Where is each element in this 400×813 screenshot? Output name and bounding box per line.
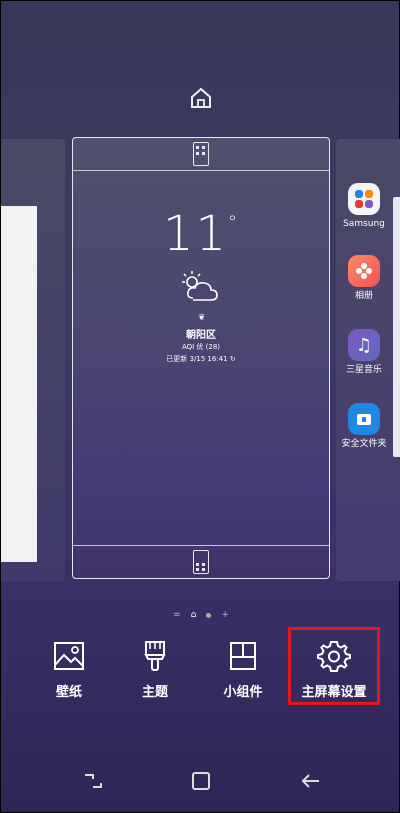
next-page-edge bbox=[393, 197, 400, 457]
theme-label: 主题 bbox=[141, 685, 168, 700]
secure-folder-icon bbox=[348, 403, 380, 435]
refresh-icon[interactable]: ↻ bbox=[230, 355, 236, 363]
home-page-icon[interactable] bbox=[188, 85, 214, 111]
briefing-indicator: = bbox=[173, 610, 181, 620]
home-square-icon bbox=[192, 772, 210, 790]
page-dot bbox=[206, 612, 212, 618]
weather-temperature[interactable]: 11° bbox=[73, 206, 329, 262]
back-button[interactable] bbox=[299, 769, 323, 793]
weather-city: 朝阳区 bbox=[186, 330, 216, 341]
leaf-icon: ❦ bbox=[198, 313, 206, 323]
right-page-preview[interactable]: Samsung 相册 ♫ 三星音乐 安全文件夹 bbox=[336, 139, 400, 581]
page-grid-icon bbox=[193, 142, 209, 166]
recents-icon bbox=[85, 774, 102, 788]
partly-cloudy-icon bbox=[179, 270, 225, 304]
current-page-preview[interactable]: 11° ❦ 朝阳区 AQI 优 (28) 已更新 3/15 16:41 ↻ bbox=[72, 137, 330, 579]
wallpaper-icon bbox=[54, 642, 84, 670]
brush-icon bbox=[144, 641, 166, 671]
music-icon: ♫ bbox=[348, 329, 380, 361]
home-button[interactable] bbox=[189, 769, 213, 793]
top-strip bbox=[73, 138, 329, 171]
dock-grid-icon bbox=[193, 550, 209, 574]
widgets-label: 小组件 bbox=[223, 685, 263, 700]
app-music[interactable]: ♫ 三星音乐 bbox=[338, 329, 390, 376]
add-page-indicator: + bbox=[221, 610, 229, 620]
wallpaper-button[interactable]: 壁纸 bbox=[29, 639, 109, 700]
bottom-strip bbox=[73, 545, 329, 578]
recents-button[interactable] bbox=[81, 769, 105, 793]
app-label: Samsung bbox=[343, 219, 385, 229]
back-arrow-icon bbox=[301, 774, 319, 788]
samsung-folder-icon bbox=[348, 183, 380, 215]
app-label: 安全文件夹 bbox=[341, 439, 387, 449]
wallpaper-label: 壁纸 bbox=[55, 685, 82, 700]
app-secure-folder[interactable]: 安全文件夹 bbox=[338, 403, 390, 450]
highlight-box bbox=[288, 627, 380, 705]
theme-button[interactable]: 主题 bbox=[115, 639, 195, 700]
weather-aqi: AQI 优 (28) bbox=[181, 343, 221, 351]
left-page-widget bbox=[1, 206, 37, 562]
app-label: 三星音乐 bbox=[345, 365, 382, 375]
gallery-icon bbox=[348, 255, 380, 287]
home-dot-icon: ⌂ bbox=[190, 610, 197, 620]
weather-updated: 已更新 3/15 16:41 ↻ bbox=[166, 355, 236, 363]
app-label: 相册 bbox=[354, 291, 373, 301]
widgets-button[interactable]: 小组件 bbox=[203, 639, 283, 700]
app-gallery[interactable]: 相册 bbox=[338, 255, 390, 302]
widgets-icon bbox=[230, 642, 256, 670]
app-samsung[interactable]: Samsung bbox=[338, 183, 390, 230]
page-indicator: = ⌂ + bbox=[161, 608, 241, 622]
